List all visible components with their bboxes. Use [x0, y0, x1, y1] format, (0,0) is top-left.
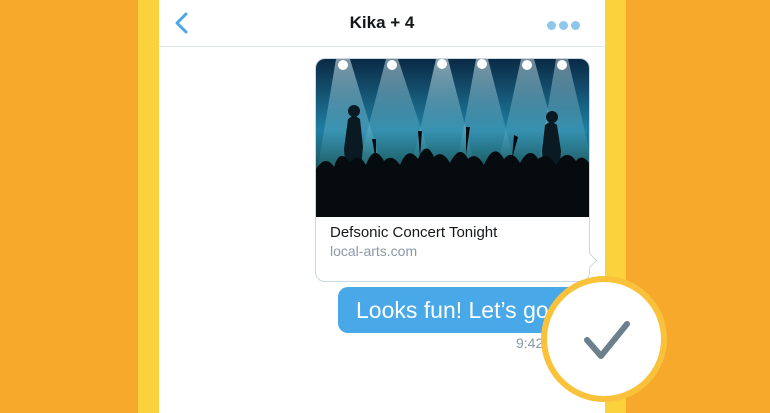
message-text: Looks fun! Let’s go	[356, 297, 549, 323]
link-preview-card[interactable]: Defsonic Concert Tonight local-arts.com	[315, 58, 598, 282]
chat-header: Kika + 4	[159, 0, 605, 47]
more-options-button[interactable]	[547, 17, 587, 31]
link-title: Defsonic Concert Tonight	[330, 224, 498, 241]
checkmark-icon	[584, 321, 630, 359]
concert-crowd-image	[316, 59, 589, 217]
checkmark-badge	[541, 276, 667, 402]
link-domain: local-arts.com	[330, 243, 418, 259]
conversation-title: Kika + 4	[349, 13, 415, 32]
more-dots-icon	[547, 21, 556, 30]
chat-screen: Kika + 4 Defsonic Concert Tonight local-…	[159, 0, 605, 413]
bubble-tail	[581, 252, 598, 269]
